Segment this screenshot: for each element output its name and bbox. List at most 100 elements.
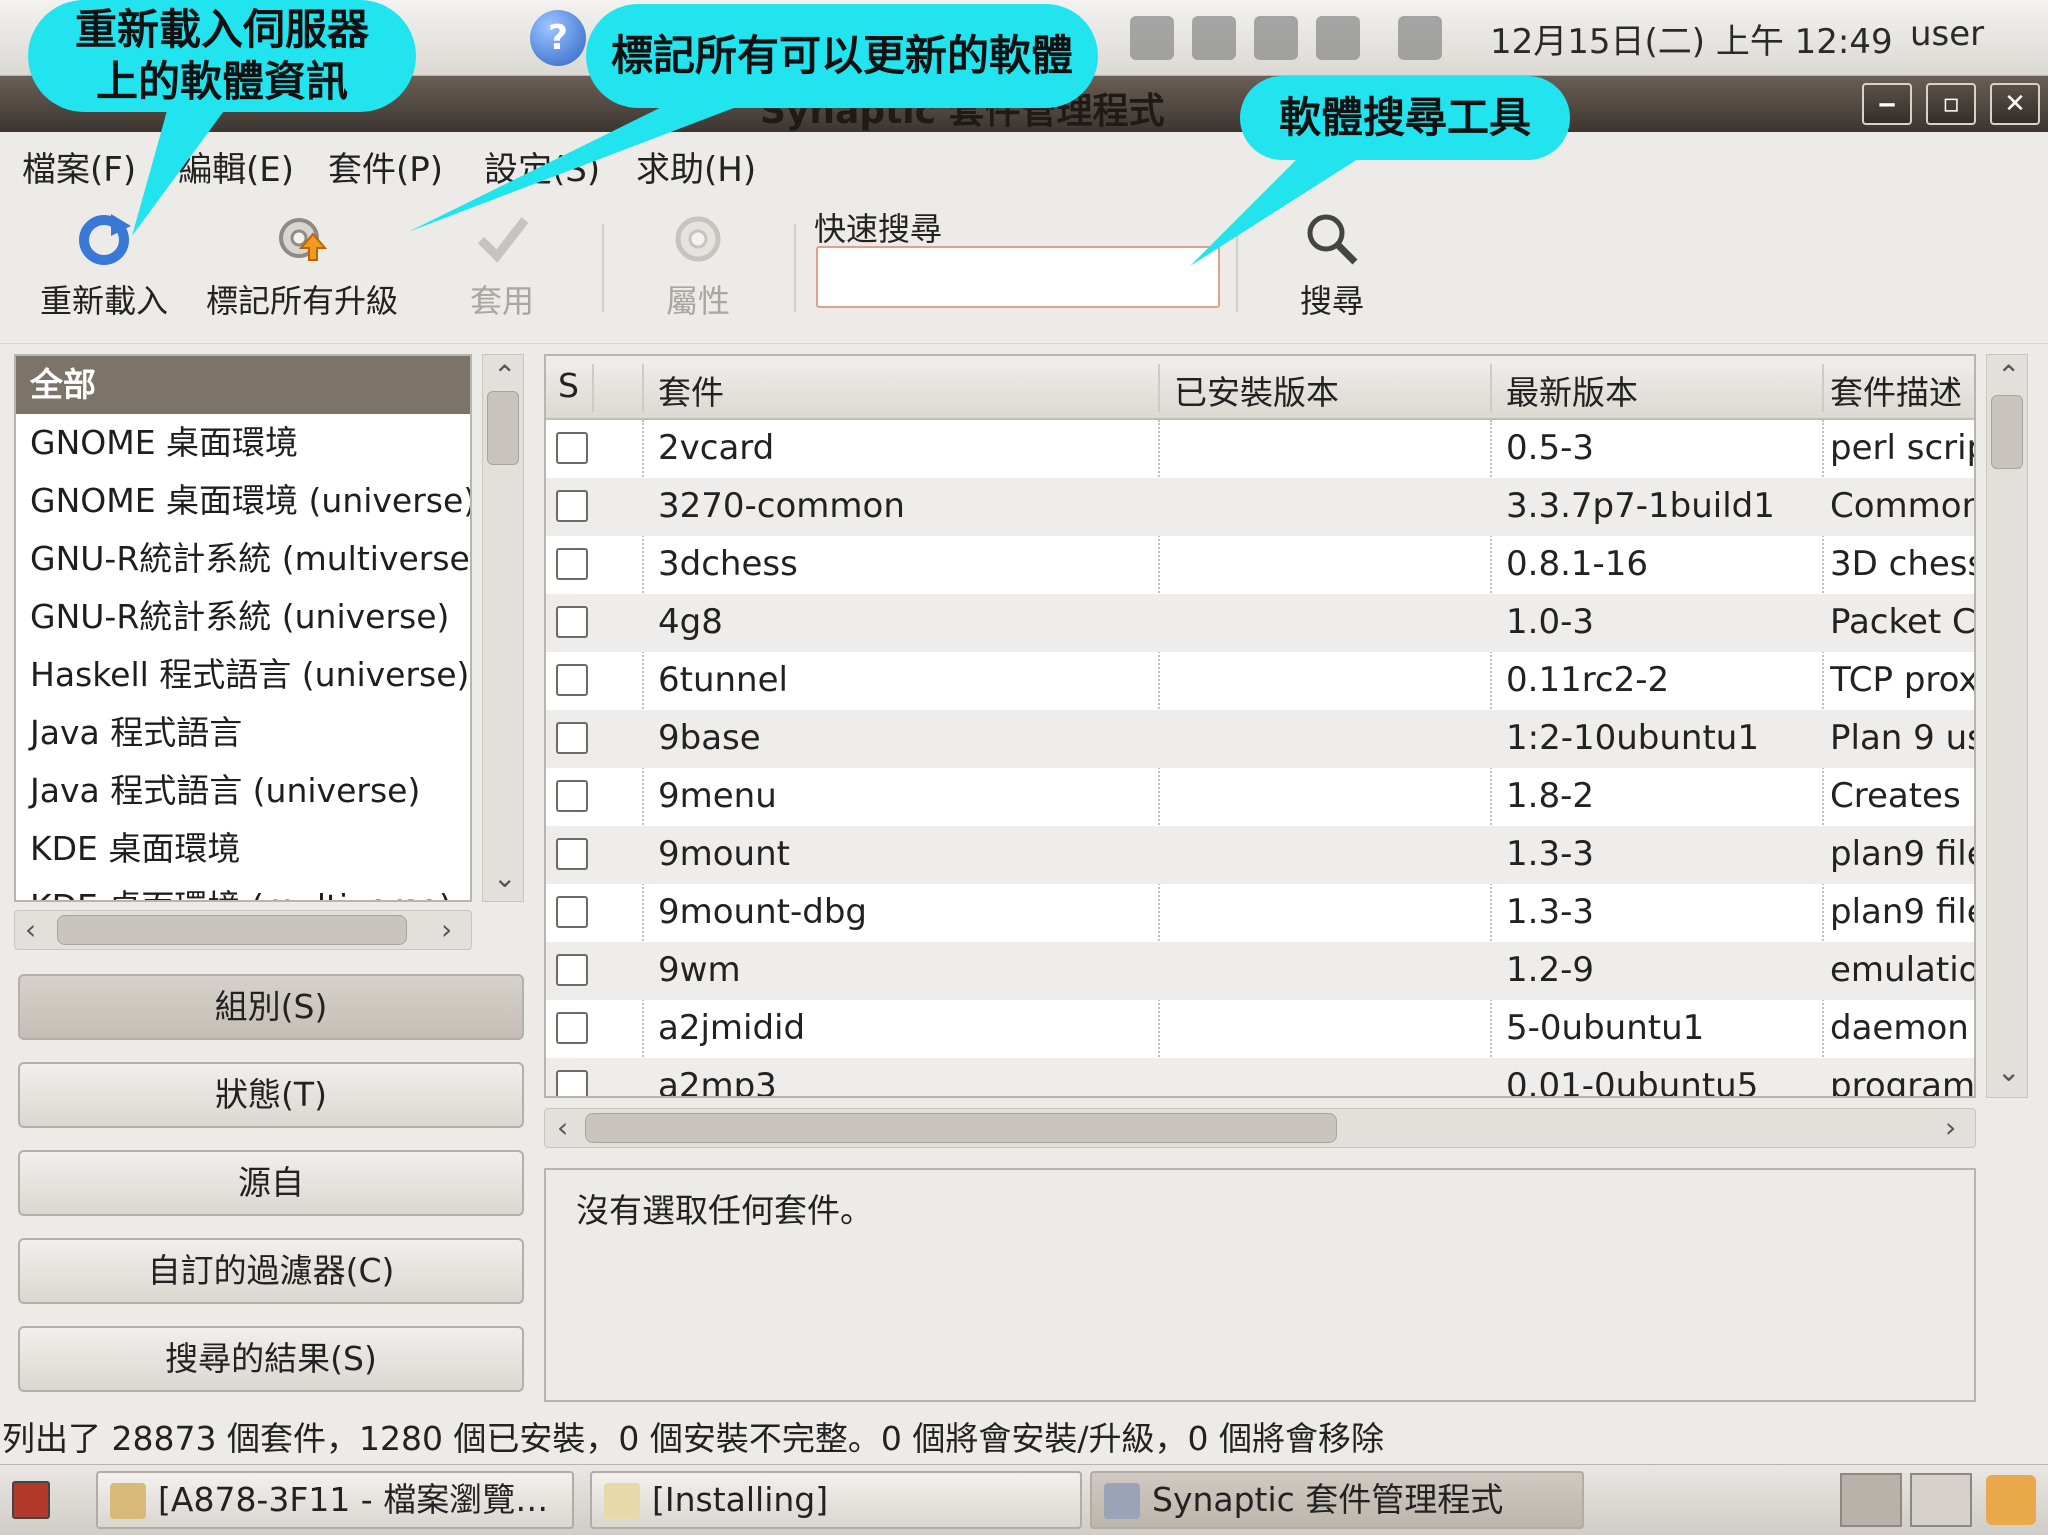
workspace-switcher[interactable] [1910, 1473, 1972, 1527]
description-cell: Packet C [1830, 602, 1976, 642]
row-checkbox[interactable] [556, 1012, 588, 1044]
package-name-cell: 6tunnel [658, 660, 788, 700]
description-cell: plan9 file [1830, 834, 1976, 874]
description-cell: Creates [1830, 776, 1961, 816]
row-checkbox[interactable] [556, 954, 588, 986]
origin-button[interactable]: 源自 [18, 1150, 524, 1216]
category-item[interactable]: Haskell 程式語言 (universe) [16, 646, 470, 704]
description-cell: Plan 9 us [1830, 718, 1976, 758]
package-name-cell: 9mount-dbg [658, 892, 867, 932]
package-name-cell: 4g8 [658, 602, 723, 642]
row-checkbox[interactable] [556, 1070, 588, 1096]
table-row[interactable]: 6tunnel 0.11rc2-2 TCP prox [546, 652, 1976, 710]
installer-icon [604, 1483, 640, 1519]
row-checkbox[interactable] [556, 490, 588, 522]
latest-version-cell: 0.01-0ubuntu5 [1506, 1066, 1759, 1098]
table-row[interactable]: a2jmidid 5-0ubuntu1 daemon [546, 1000, 1974, 1058]
trash-icon[interactable] [1986, 1475, 2036, 1525]
description-cell: Common [1830, 486, 1976, 526]
taskbar-synaptic[interactable]: Synaptic 套件管理程式 [1090, 1471, 1584, 1529]
table-row[interactable]: 2vcard 0.5-3 perl script [546, 420, 1974, 478]
scroll-right-icon[interactable]: › [1945, 1111, 1956, 1144]
package-name-cell: 3dchess [658, 544, 798, 584]
category-item[interactable]: Java 程式語言 (universe) [16, 762, 470, 820]
search-results-button[interactable]: 搜尋的結果(S) [18, 1326, 524, 1392]
description-cell: perl script [1830, 428, 1974, 468]
scrollbar-thumb[interactable] [585, 1113, 1337, 1143]
latest-version-cell: 1.2-9 [1506, 950, 1594, 990]
callout-reload-pointer [132, 100, 232, 236]
latest-version-cell: 3.3.7p7-1build1 [1506, 486, 1775, 526]
description-cell: daemon [1830, 1008, 1969, 1048]
category-item[interactable]: GNOME 桌面環境 (universe) [16, 472, 470, 530]
category-item[interactable]: GNOME 桌面環境 [16, 414, 470, 472]
package-table: S 套件 已安裝版本 最新版本 套件描述 2vcard 0.5-3 perl scr… [544, 354, 1976, 1098]
scrollbar-thumb[interactable] [487, 391, 519, 465]
package-name-cell: 9base [658, 718, 761, 758]
status-button[interactable]: 狀態(T) [18, 1062, 524, 1128]
latest-version-cell: 0.5-3 [1506, 428, 1594, 468]
scroll-down-icon[interactable]: ⌄ [1997, 1055, 2020, 1088]
category-item[interactable]: Java 程式語言 [16, 704, 470, 762]
taskbar-synaptic-label: Synaptic 套件管理程式 [1152, 1480, 1504, 1519]
description-cell: TCP prox [1830, 660, 1976, 700]
category-horizontal-scrollbar[interactable]: ‹ › [14, 910, 472, 950]
category-item[interactable]: GNU-R統計系統 (multiverse) [16, 530, 470, 588]
package-name-cell: 9mount [658, 834, 790, 874]
row-checkbox[interactable] [556, 548, 588, 580]
table-row[interactable]: 9mount-dbg 1.3-3 plan9 file [546, 884, 1974, 942]
scroll-right-icon[interactable]: › [441, 913, 452, 946]
latest-version-cell: 1.3-3 [1506, 892, 1594, 932]
category-list[interactable]: 全部 GNOME 桌面環境 GNOME 桌面環境 (universe) GNU-… [14, 354, 472, 902]
latest-version-cell: 0.8.1-16 [1506, 544, 1649, 584]
status-bar: 列出了 28873 個套件，1280 個已安裝，0 個安裝不完整。0 個將會安裝… [2, 1419, 1385, 1458]
groups-button[interactable]: 組別(S) [18, 974, 524, 1040]
table-vertical-scrollbar[interactable]: ⌃ ⌄ [1986, 354, 2028, 1098]
taskbar-file-browser[interactable]: [A878-3F11 - 檔案瀏覽… [96, 1471, 574, 1529]
table-row[interactable]: 9menu 1.8-2 Creates [546, 768, 1974, 826]
no-selection-text: 沒有選取任何套件。 [576, 1191, 873, 1230]
latest-version-cell: 5-0ubuntu1 [1506, 1008, 1705, 1048]
synaptic-icon [1104, 1483, 1140, 1519]
category-item[interactable]: KDE 桌面環境 [16, 820, 470, 878]
latest-version-cell: 0.11rc2-2 [1506, 660, 1670, 700]
table-row[interactable]: 9base 1:2-10ubuntu1 Plan 9 us [546, 710, 1976, 768]
scrollbar-thumb[interactable] [57, 915, 407, 945]
row-checkbox[interactable] [556, 780, 588, 812]
taskbar-installing-label: [Installing] [652, 1480, 829, 1519]
scroll-down-icon[interactable]: ⌄ [493, 861, 516, 894]
table-horizontal-scrollbar[interactable]: ‹ › [544, 1108, 1976, 1148]
table-row[interactable]: 4g8 1.0-3 Packet C [546, 594, 1976, 652]
scrollbar-thumb[interactable] [1991, 395, 2023, 469]
table-row[interactable]: 3dchess 0.8.1-16 3D chess [546, 536, 1974, 594]
category-item[interactable]: KDE 桌面環境 (multiverse) [16, 878, 470, 900]
taskbar-installing[interactable]: [Installing] [590, 1471, 1082, 1529]
table-row[interactable]: 3270-common 3.3.7p7-1build1 Common [546, 478, 1976, 536]
package-name-cell: 2vcard [658, 428, 775, 468]
taskbar-file-browser-label: [A878-3F11 - 檔案瀏覽… [158, 1480, 549, 1519]
row-checkbox[interactable] [556, 664, 588, 696]
show-desktop-icon[interactable] [12, 1481, 50, 1519]
row-checkbox[interactable] [556, 896, 588, 928]
row-checkbox[interactable] [556, 606, 588, 638]
table-row[interactable]: 9wm 1.2-9 emulatio [546, 942, 1976, 1000]
latest-version-cell: 1:2-10ubuntu1 [1506, 718, 1759, 758]
category-item[interactable]: GNU-R統計系統 (universe) [16, 588, 470, 646]
row-checkbox[interactable] [556, 722, 588, 754]
bottom-panel: [A878-3F11 - 檔案瀏覽… [Installing] Synaptic… [0, 1464, 2048, 1535]
table-row[interactable]: a2mp3 0.01-0ubuntu5 program [546, 1058, 1976, 1098]
callout-pointers [132, 98, 1372, 266]
package-name-cell: a2mp3 [658, 1066, 777, 1098]
scroll-left-icon[interactable]: ‹ [557, 1111, 568, 1144]
scroll-left-icon[interactable]: ‹ [25, 913, 36, 946]
table-row[interactable]: 9mount 1.3-3 plan9 file [546, 826, 1976, 884]
workspace-switcher[interactable] [1840, 1473, 1902, 1527]
custom-filters-button[interactable]: 自訂的過濾器(C) [18, 1238, 524, 1304]
description-cell: program [1830, 1066, 1976, 1098]
description-cell: emulatio [1830, 950, 1976, 990]
row-checkbox[interactable] [556, 432, 588, 464]
latest-version-cell: 1.3-3 [1506, 834, 1594, 874]
latest-version-cell: 1.8-2 [1506, 776, 1594, 816]
row-checkbox[interactable] [556, 838, 588, 870]
category-vertical-scrollbar[interactable]: ⌃ ⌄ [482, 354, 524, 902]
